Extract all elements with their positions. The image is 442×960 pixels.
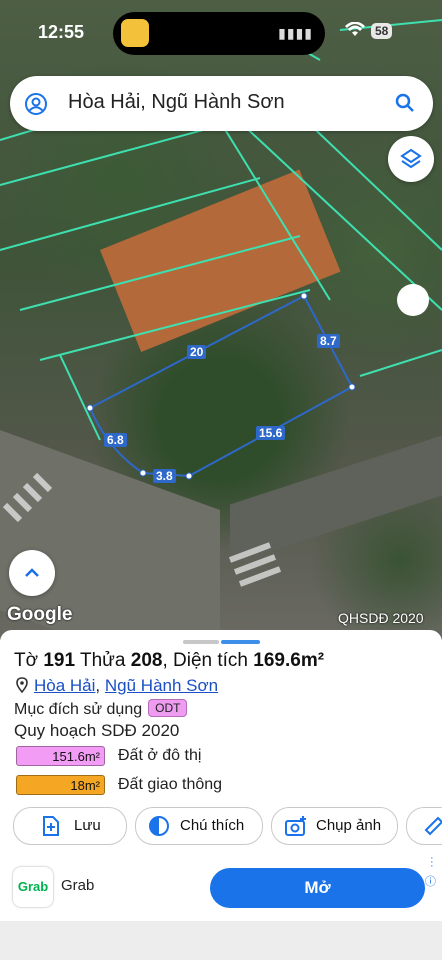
bottom-bar [0,921,442,960]
layers-icon [399,147,423,176]
edge-length-label: 8.7 [317,334,340,348]
sheet-handle-active[interactable] [221,640,260,644]
area-value: 169.6m² [253,650,325,671]
contrast-icon [148,815,170,837]
chevron-up-icon [22,564,42,587]
audio-wave-icon: ▮▮▮▮ [278,25,313,41]
add-document-icon [40,815,62,837]
sheet-handle[interactable] [183,640,219,644]
ward-link[interactable]: Hòa Hải [34,676,95,695]
legend-button-label: Chú thích [180,817,245,834]
battery-indicator: 58 [371,23,393,39]
legend-label: Đất giao thông [118,776,223,793]
edge-length-label: 3.8 [153,469,176,483]
save-button[interactable]: Lưu [13,807,127,845]
plan-title: Quy hoạch SDĐ 2020 [14,721,180,740]
legend-swatch: 151.6m² [16,746,105,766]
grab-logo: Grab [13,867,53,907]
status-time: 12:55 [38,22,85,42]
ad-brand-name: Grab [61,877,95,894]
ad-info-icon[interactable]: ⓘ [425,873,436,889]
district-link[interactable]: Ngũ Hành Sơn [105,676,218,695]
account-icon[interactable] [24,92,48,121]
purpose-code-badge: ODT [148,699,188,717]
search-icon[interactable] [393,91,417,120]
google-logo: Google [7,604,73,625]
ruler-icon [423,815,442,837]
sheet-number: 191 [43,650,76,671]
legend-swatch: 18m² [16,775,105,795]
measure-button[interactable] [406,807,442,845]
edge-length-label: 20 [187,345,207,359]
search-input[interactable]: Hòa Hải, Ngũ Hành Sơn [68,91,285,114]
take-photo-button-label: Chụp ảnh [316,817,382,834]
parcel-title: Tờ 191 Thửa 208, Diện tích 169.6m² [14,650,325,671]
add-photo-icon [284,815,306,837]
status-bar: 12:55 ▮▮▮▮ 58 [0,0,442,62]
dynamic-island: ▮▮▮▮ [113,12,325,55]
edge-length-label: 15.6 [256,426,286,440]
land-use-purpose: Mục đích sử dụng ODT [14,699,188,719]
save-button-label: Lưu [74,817,101,834]
parcel-info-sheet: Tờ 191 Thửa 208, Diện tích 169.6m² Hòa H… [0,630,442,960]
parcel-address: Hòa Hải, Ngũ Hành Sơn [16,676,218,698]
app-activity-icon [121,19,149,47]
address-separator: , [95,676,101,695]
ad-banner[interactable]: Grab Grab Mở · · · ⓘ [0,853,442,921]
expand-button[interactable] [9,550,55,596]
lot-label: Thửa [80,650,126,671]
open-ad-button[interactable]: Mở [210,868,425,908]
sheet-label: Tờ [14,650,39,671]
action-row: Lưu Chú thích Chụp ảnh [13,807,442,845]
purpose-label: Mục đích sử dụng [14,701,143,718]
location-pin-icon [16,677,28,698]
legend-button[interactable]: Chú thích [135,807,263,845]
take-photo-button[interactable]: Chụp ảnh [271,807,398,845]
search-bar[interactable]: Hòa Hải, Ngũ Hành Sơn [10,76,433,131]
lot-number: 208 [130,650,163,671]
area-label: Diện tích [173,650,248,671]
legend-label: Đất ở đô thị [118,747,202,764]
layers-button[interactable] [388,136,434,182]
more-options-icon[interactable]: · · · [430,853,434,872]
wifi-icon [345,21,365,43]
edge-length-label: 6.8 [104,433,127,447]
map-source-label: QHSDĐ 2020 [338,610,424,626]
compass-button[interactable] [397,284,429,316]
